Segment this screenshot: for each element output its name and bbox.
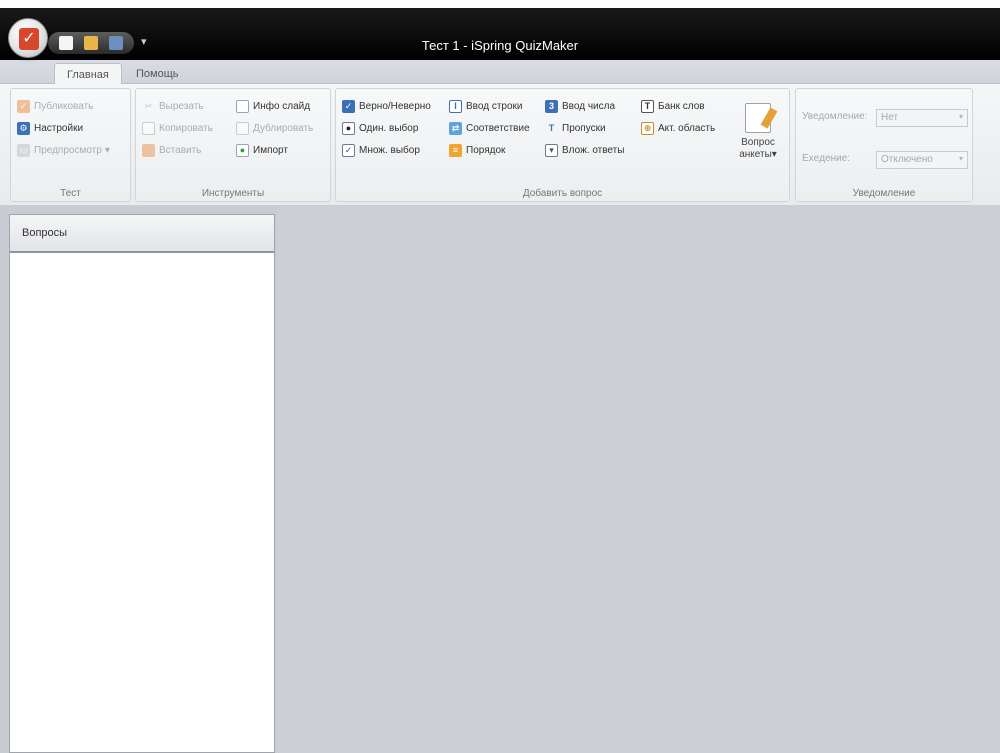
tab-home[interactable]: Главная [54, 63, 122, 84]
short-answer-button[interactable]: I Ввод строки [449, 97, 523, 115]
ribbon-tabs: Главная Помощь [0, 60, 1000, 84]
import-button[interactable]: ● Импорт [236, 141, 288, 159]
word-bank-icon: T [641, 99, 654, 113]
true-false-button[interactable]: ✓ Верно/Неверно [342, 97, 431, 115]
numeric-button[interactable]: 3 Ввод числа [545, 97, 615, 115]
ribbon: ✓ Публиковать ⚙ Настройки ▭ Предпросмотр… [0, 84, 1000, 206]
info-slide-button[interactable]: Инфо слайд [236, 97, 310, 115]
preview-button[interactable]: ▭ Предпросмотр ▾ [17, 141, 110, 159]
duplicate-icon [236, 121, 249, 135]
hotspot-button[interactable]: ⊕ Акт. область [641, 119, 715, 137]
group-tools: ✂ Вырезать Копировать Вставить Инфо слай… [135, 88, 331, 202]
order-icon: ≡ [449, 143, 462, 157]
title-bar: ▾ Тест 1 - iSpring QuizMaker [0, 8, 1000, 60]
application-menu-button[interactable]: ✓ [8, 18, 48, 58]
slide-canvas[interactable] [277, 206, 1000, 753]
group-label-add-question: Добавить вопрос [522, 188, 603, 199]
gear-icon: ⚙ [17, 121, 30, 135]
questions-panel-header: Вопросы [10, 215, 274, 253]
group-label-test: Тест [60, 188, 81, 199]
quizmaker-logo-icon: ✓ [19, 28, 39, 50]
window-title: Тест 1 - iSpring QuizMaker [421, 38, 579, 53]
scissors-icon: ✂ [144, 100, 153, 111]
matching-button[interactable]: ⇄ Соответствие [449, 119, 530, 137]
execution-label: Exeдение: [802, 153, 851, 164]
execution-select[interactable]: Отключено ▾ [876, 151, 968, 169]
questions-panel: Вопросы [9, 214, 275, 753]
dropdown-icon: ▾ [545, 143, 558, 157]
checkbox-icon: ✓ [342, 143, 355, 157]
settings-button[interactable]: ⚙ Настройки [17, 119, 83, 137]
cut-button[interactable]: ✂ Вырезать [142, 97, 204, 115]
slide-icon [236, 99, 249, 113]
paste-button[interactable]: Вставить [142, 141, 201, 159]
group-add-question: ✓ Верно/Неверно ● Один. выбор ✓ Множ. вы… [335, 88, 790, 202]
number-icon: 3 [545, 99, 558, 113]
duplicate-button[interactable]: Дублировать [236, 119, 313, 137]
group-label-tools: Инструменты [201, 188, 265, 199]
text-input-icon: I [449, 99, 462, 113]
group-test: ✓ Публиковать ⚙ Настройки ▭ Предпросмотр… [10, 88, 131, 202]
publish-icon: ✓ [17, 99, 30, 113]
chevron-down-icon: ▾ [958, 154, 963, 163]
true-false-icon: ✓ [342, 99, 355, 113]
tab-help[interactable]: Помощь [124, 63, 191, 84]
matching-icon: ⇄ [449, 121, 462, 135]
work-area: Вопросы [0, 206, 1000, 753]
sequence-button[interactable]: ≡ Порядок [449, 141, 505, 159]
preview-icon: ▭ [17, 143, 30, 157]
multiple-dropdowns-button[interactable]: ▾ Влож. ответы [545, 141, 624, 159]
import-icon: ● [236, 143, 249, 157]
survey-question-button[interactable]: Вопрос анкеты▾ [736, 103, 780, 161]
radio-icon: ● [342, 121, 355, 135]
hotspot-icon: ⊕ [641, 121, 654, 135]
copy-icon [142, 121, 155, 135]
chevron-down-icon: ▾ [104, 144, 110, 156]
paste-icon [142, 143, 155, 157]
group-label-notifications: Уведомление [852, 188, 916, 199]
survey-pencil-icon [745, 103, 778, 133]
notify-label: Уведомление: [802, 111, 868, 122]
fill-blanks-button[interactable]: T Пропуски [545, 119, 606, 137]
chevron-down-icon: ▾ [771, 149, 777, 160]
top-margin [0, 0, 1000, 8]
word-bank-button[interactable]: T Банк слов [641, 97, 705, 115]
single-choice-button[interactable]: ● Один. выбор [342, 119, 418, 137]
questions-list[interactable] [10, 253, 274, 750]
notify-select[interactable]: Нет ▾ [876, 109, 968, 127]
text-t-icon: T [548, 123, 555, 133]
multiple-choice-button[interactable]: ✓ Множ. выбор [342, 141, 420, 159]
copy-button[interactable]: Копировать [142, 119, 213, 137]
group-notifications: Уведомление: Нет ▾ Exeдение: Отключено ▾… [795, 88, 973, 202]
publish-button[interactable]: ✓ Публиковать [17, 97, 93, 115]
chevron-down-icon: ▾ [958, 112, 963, 121]
